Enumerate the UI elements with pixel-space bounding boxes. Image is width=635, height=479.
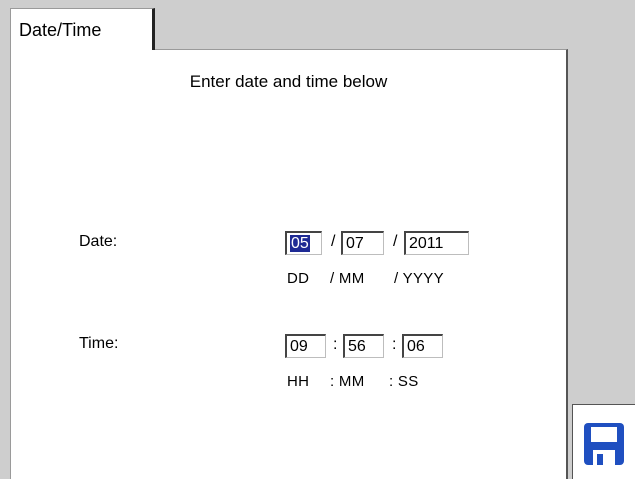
date-format-dd: DD	[287, 270, 310, 287]
date-label: Date:	[79, 233, 118, 250]
time-separator-2: :	[392, 336, 397, 353]
date-separator-1: /	[331, 233, 336, 250]
time-format-ss: : SS	[389, 373, 419, 390]
time-label: Time:	[79, 335, 119, 352]
time-format-mm: : MM	[330, 373, 365, 390]
tab-date-time[interactable]: Date/Time	[10, 8, 155, 50]
time-separator-1: :	[333, 336, 338, 353]
date-time-panel: Enter date and time below Date: 05 / 07 …	[10, 49, 568, 479]
save-button[interactable]	[572, 404, 635, 479]
page-heading: Enter date and time below	[189, 72, 388, 91]
time-hours-field[interactable]: 09	[285, 334, 326, 358]
date-format-mm: / MM	[330, 270, 365, 287]
time-format-hh: HH	[287, 373, 310, 390]
time-seconds-field[interactable]: 06	[402, 334, 443, 358]
date-separator-2: /	[393, 233, 398, 250]
floppy-disk-icon	[584, 423, 624, 465]
date-year-field[interactable]: 2011	[404, 231, 469, 255]
date-format-yyyy: / YYYY	[394, 270, 444, 287]
tab-label: Date/Time	[19, 20, 102, 40]
date-day-field[interactable]: 05	[285, 231, 322, 255]
time-minutes-field[interactable]: 56	[343, 334, 384, 358]
date-month-field[interactable]: 07	[341, 231, 384, 255]
date-day-value: 05	[290, 235, 310, 252]
